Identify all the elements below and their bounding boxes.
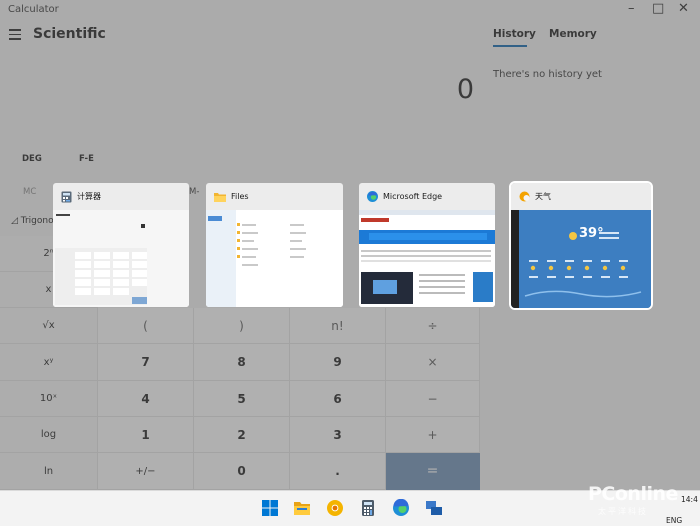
calculator-icon[interactable] — [359, 499, 377, 517]
card-preview — [206, 210, 343, 307]
card-preview — [53, 210, 189, 307]
card-header: 计算器 — [53, 183, 189, 210]
card-preview: 39° — [511, 210, 651, 308]
edge-icon[interactable] — [392, 499, 410, 517]
watermark-logo: PConline — [588, 483, 678, 505]
windows-start-icon[interactable] — [261, 499, 279, 517]
tray-clock[interactable]: 14:4 — [681, 495, 698, 504]
card-preview — [359, 210, 495, 307]
card-title: Files — [231, 192, 249, 201]
calculator-icon — [61, 191, 72, 202]
card-title: 计算器 — [77, 192, 101, 201]
edge-preview-thumbnail — [359, 210, 495, 307]
edge-icon — [367, 191, 378, 202]
card-header: Files — [206, 183, 343, 210]
files-preview-thumbnail — [206, 210, 343, 307]
card-title: 天气 — [535, 192, 551, 201]
task-view-card-files[interactable]: Files — [206, 183, 343, 307]
card-header: Microsoft Edge — [359, 183, 495, 210]
weather-icon — [519, 191, 530, 202]
watermark-subtitle: 太平洋科技 — [598, 507, 648, 516]
folder-icon — [214, 192, 226, 202]
task-view-icon[interactable] — [425, 499, 443, 517]
calculator-preview-thumbnail — [53, 210, 189, 307]
task-view-card-edge[interactable]: Microsoft Edge — [359, 183, 495, 307]
task-view-card-calculator[interactable]: 计算器 — [53, 183, 189, 307]
task-view-card-weather[interactable]: 天气 39° — [509, 181, 653, 310]
weather-temperature: 39° — [579, 226, 604, 241]
file-explorer-icon[interactable] — [293, 499, 311, 517]
chrome-canary-icon[interactable] — [326, 499, 344, 517]
card-title: Microsoft Edge — [383, 192, 443, 201]
card-header: 天气 — [511, 183, 651, 210]
weather-preview-thumbnail — [511, 210, 651, 308]
tray-language[interactable]: ENG — [666, 516, 682, 525]
